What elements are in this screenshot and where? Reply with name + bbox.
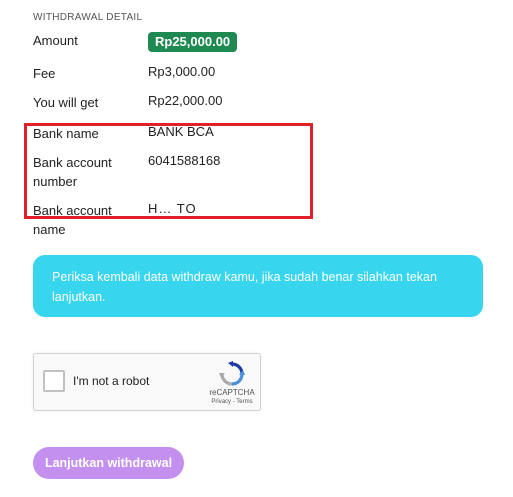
account-number-label: Bank account number — [33, 153, 112, 191]
account-number-value: 6041588168 — [148, 153, 221, 168]
account-name-value: H… TO — [148, 201, 197, 216]
fee-value: Rp3,000.00 — [148, 64, 216, 79]
captcha-brand: reCAPTCHA — [209, 388, 255, 397]
captcha-label: I'm not a robot — [73, 374, 150, 388]
bank-name-label: Bank name — [33, 126, 99, 141]
recaptcha-logo-icon — [219, 361, 245, 386]
notice-box: Periksa kembali data withdraw kamu, jika… — [33, 255, 483, 317]
fee-label: Fee — [33, 66, 56, 81]
continue-withdrawal-button[interactable]: Lanjutkan withdrawal — [33, 447, 184, 479]
section-title: WITHDRAWAL DETAIL — [33, 12, 143, 23]
amount-label: Amount — [33, 33, 78, 48]
recaptcha-widget[interactable]: I'm not a robot reCAPTCHA Privacy - Term… — [33, 353, 261, 411]
account-name-label: Bank account name — [33, 201, 112, 239]
bank-name-value: BANK BCA — [148, 124, 214, 139]
account-number-label-line1: Bank account — [33, 155, 112, 170]
you-will-get-label: You will get — [33, 95, 99, 110]
you-will-get-value: Rp22,000.00 — [148, 93, 223, 108]
captcha-links[interactable]: Privacy - Terms — [204, 399, 260, 405]
account-number-label-line2: number — [33, 174, 78, 189]
account-name-label-line1: Bank account — [33, 203, 112, 218]
amount-badge: Rp25,000.00 — [148, 32, 238, 52]
account-name-label-line2: name — [33, 222, 66, 237]
captcha-checkbox[interactable] — [43, 370, 65, 392]
